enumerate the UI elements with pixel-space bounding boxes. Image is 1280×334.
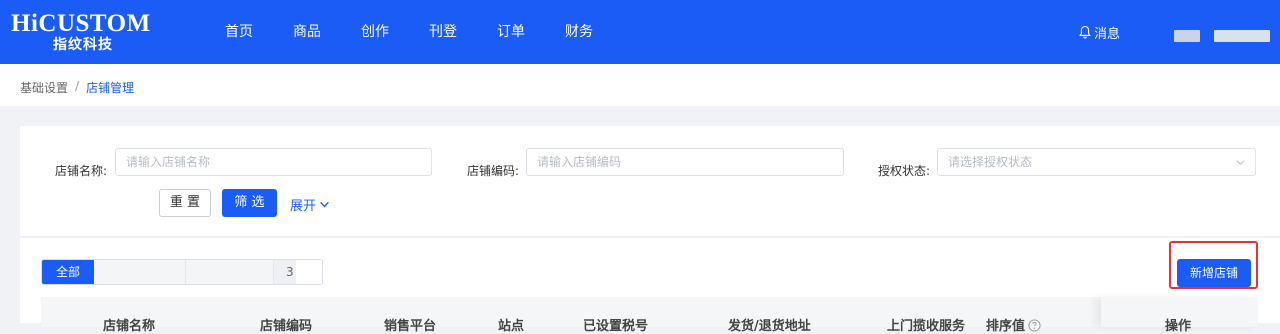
nav-item-home[interactable]: 首页 [210,0,268,64]
user-name[interactable] [1214,30,1270,42]
add-store-button[interactable]: 新增店铺 [1177,259,1251,287]
expand-label: 展开 [290,199,317,214]
column-header-address[interactable]: 发货/退货地址 [728,315,811,334]
breadcrumb-bar: 基础设置 / 店铺管理 [0,64,1280,106]
help-icon[interactable] [1028,319,1041,332]
breadcrumb: 基础设置 / 店铺管理 [20,79,134,96]
status-tabs: 全部 3 [41,259,323,285]
messages-button[interactable]: 消息 [1078,0,1120,64]
messages-label: 消息 [1094,26,1121,42]
nav-item-orders[interactable]: 订单 [482,0,540,64]
store-name-input[interactable]: 请输入店铺名称 [115,148,432,176]
breadcrumb-separator: / [75,79,80,93]
breadcrumb-current: 店铺管理 [86,81,135,95]
sort-value-label: 排序值 [986,319,1026,334]
column-header-store-code[interactable]: 店铺编码 [260,315,312,334]
column-header-pickup-service[interactable]: 上门揽收服务 [887,315,965,334]
top-navbar: HiCUSTOM 指纹科技 首页 商品 创作 刊登 订单 财务 消息 [0,0,1280,64]
logo-text-en: HiCUSTOM [11,10,151,37]
tab-all[interactable]: 全部 [42,260,94,284]
auth-status-placeholder: 请选择授权状态 [948,155,1033,169]
filter-button[interactable]: 筛 选 [222,189,277,217]
tab-item[interactable] [94,260,186,284]
column-header-platform[interactable]: 销售平台 [384,315,436,334]
tab-item[interactable] [186,260,274,284]
nav-item-products[interactable]: 商品 [278,0,336,64]
reset-button[interactable]: 重 置 [159,189,211,217]
column-header-store-name[interactable]: 店铺名称 [103,315,155,334]
nav-item-finance[interactable]: 财务 [550,0,608,64]
chevron-down-icon [320,201,329,208]
chevron-down-icon [1236,160,1245,166]
bell-icon [1079,25,1091,39]
filter-panel: 店铺名称: 请输入店铺名称 店铺编码: 请输入店铺编码 授权状态: 请选择授权状… [20,126,1280,236]
auth-status-select[interactable]: 请选择授权状态 [937,148,1256,176]
store-name-label: 店铺名称: [55,164,108,178]
tab-item[interactable]: 3 [274,260,322,284]
column-header-actions: 操作 [1165,319,1192,334]
main-nav: 首页 商品 创作 刊登 订单 财务 [210,0,618,64]
logo[interactable]: HiCUSTOM 指纹科技 [11,10,151,54]
column-header-tax-id[interactable]: 已设置税号 [583,315,648,334]
expand-toggle[interactable]: 展开 [290,195,330,214]
store-code-input[interactable]: 请输入店铺编码 [526,148,844,176]
column-header-site[interactable]: 站点 [498,315,524,334]
avatar[interactable] [1174,30,1200,42]
auth-status-label: 授权状态: [878,164,931,178]
column-header-sort-value[interactable]: 排序值 [986,315,1041,334]
store-list-panel: 全部 3 新增店铺 店铺名称 店铺编码 销售平台 站点 已设置税号 发货/退货地… [20,238,1280,334]
breadcrumb-parent[interactable]: 基础设置 [20,79,68,96]
logo-text-cn: 指纹科技 [53,37,113,53]
nav-item-listing[interactable]: 刊登 [414,0,472,64]
add-store-highlight: 新增店铺 [1169,241,1258,289]
store-code-label: 店铺编码: [467,164,520,178]
nav-item-create[interactable]: 创作 [346,0,404,64]
